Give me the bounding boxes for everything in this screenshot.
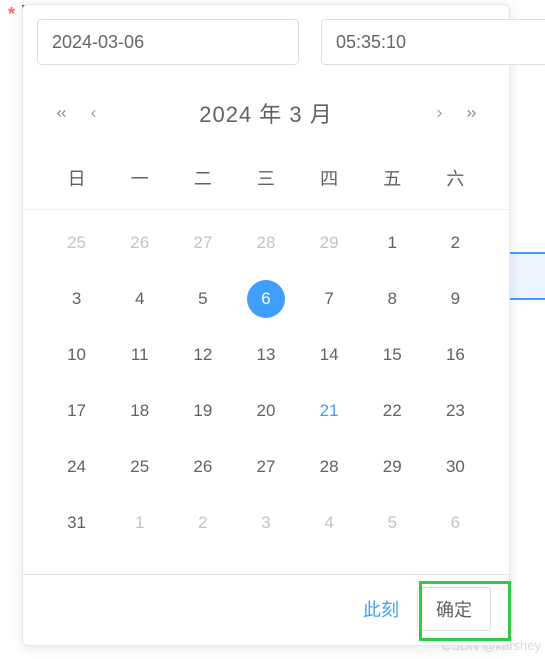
day-cell[interactable]: 27 — [234, 444, 297, 490]
day-cell[interactable]: 29 — [298, 220, 361, 266]
day-cell[interactable]: 24 — [45, 444, 108, 490]
next-month-icon[interactable] — [429, 103, 449, 123]
next-year-icon[interactable] — [461, 103, 481, 123]
day-cell[interactable]: 29 — [361, 444, 424, 490]
date-input[interactable] — [37, 19, 299, 65]
picker-footer: 此刻 确定 — [23, 574, 509, 645]
weekday-label: 日 — [45, 157, 108, 199]
day-cell[interactable]: 6 — [424, 500, 487, 546]
day-cell[interactable]: 3 — [45, 276, 108, 322]
input-row — [23, 5, 509, 77]
background-accent — [505, 252, 545, 300]
day-cell[interactable]: 2 — [424, 220, 487, 266]
confirm-button[interactable]: 确定 — [417, 587, 491, 631]
day-cell[interactable]: 26 — [171, 444, 234, 490]
prev-month-icon[interactable] — [83, 103, 103, 123]
time-input[interactable] — [321, 19, 545, 65]
day-cell[interactable]: 19 — [171, 388, 234, 434]
day-cell[interactable]: 12 — [171, 332, 234, 378]
day-cell[interactable]: 23 — [424, 388, 487, 434]
day-cell[interactable]: 8 — [361, 276, 424, 322]
day-cell[interactable]: 21 — [298, 388, 361, 434]
day-cell[interactable]: 1 — [108, 500, 171, 546]
day-cell[interactable]: 9 — [424, 276, 487, 322]
day-cell[interactable]: 28 — [298, 444, 361, 490]
day-cell[interactable]: 2 — [171, 500, 234, 546]
month-year-label[interactable]: 2024 年 3 月 — [199, 97, 333, 129]
day-cell[interactable]: 25 — [45, 220, 108, 266]
weekday-label: 四 — [298, 157, 361, 199]
day-cell[interactable]: 13 — [234, 332, 297, 378]
day-cell[interactable]: 18 — [108, 388, 171, 434]
day-cell[interactable]: 20 — [234, 388, 297, 434]
day-cell[interactable]: 5 — [171, 276, 234, 322]
weekday-label: 六 — [424, 157, 487, 199]
day-cell[interactable]: 22 — [361, 388, 424, 434]
now-button[interactable]: 此刻 — [363, 596, 399, 622]
weekday-row: 日一二三四五六 — [23, 143, 509, 210]
day-cell[interactable]: 26 — [108, 220, 171, 266]
datetime-picker-panel: 2024 年 3 月 日一二三四五六 252627282912345678910… — [22, 4, 510, 646]
day-cell[interactable]: 15 — [361, 332, 424, 378]
day-cell[interactable]: 28 — [234, 220, 297, 266]
day-cell[interactable]: 5 — [361, 500, 424, 546]
day-cell[interactable]: 7 — [298, 276, 361, 322]
day-cell[interactable]: 25 — [108, 444, 171, 490]
day-cell[interactable]: 31 — [45, 500, 108, 546]
day-cell[interactable]: 10 — [45, 332, 108, 378]
day-cell[interactable]: 17 — [45, 388, 108, 434]
day-cell[interactable]: 4 — [298, 500, 361, 546]
weekday-label: 五 — [361, 157, 424, 199]
weekday-label: 一 — [108, 157, 171, 199]
weekday-label: 二 — [171, 157, 234, 199]
day-cell[interactable]: 30 — [424, 444, 487, 490]
day-cell[interactable]: 14 — [298, 332, 361, 378]
day-cell[interactable]: 1 — [361, 220, 424, 266]
day-cell[interactable]: 6 — [234, 276, 297, 322]
day-cell[interactable]: 4 — [108, 276, 171, 322]
days-grid: 2526272829123456789101112131415161718192… — [23, 210, 509, 546]
prev-year-icon[interactable] — [51, 103, 71, 123]
day-cell[interactable]: 27 — [171, 220, 234, 266]
weekday-label: 三 — [234, 157, 297, 199]
calendar-header: 2024 年 3 月 — [23, 77, 509, 143]
day-cell[interactable]: 11 — [108, 332, 171, 378]
day-cell[interactable]: 16 — [424, 332, 487, 378]
day-cell[interactable]: 3 — [234, 500, 297, 546]
